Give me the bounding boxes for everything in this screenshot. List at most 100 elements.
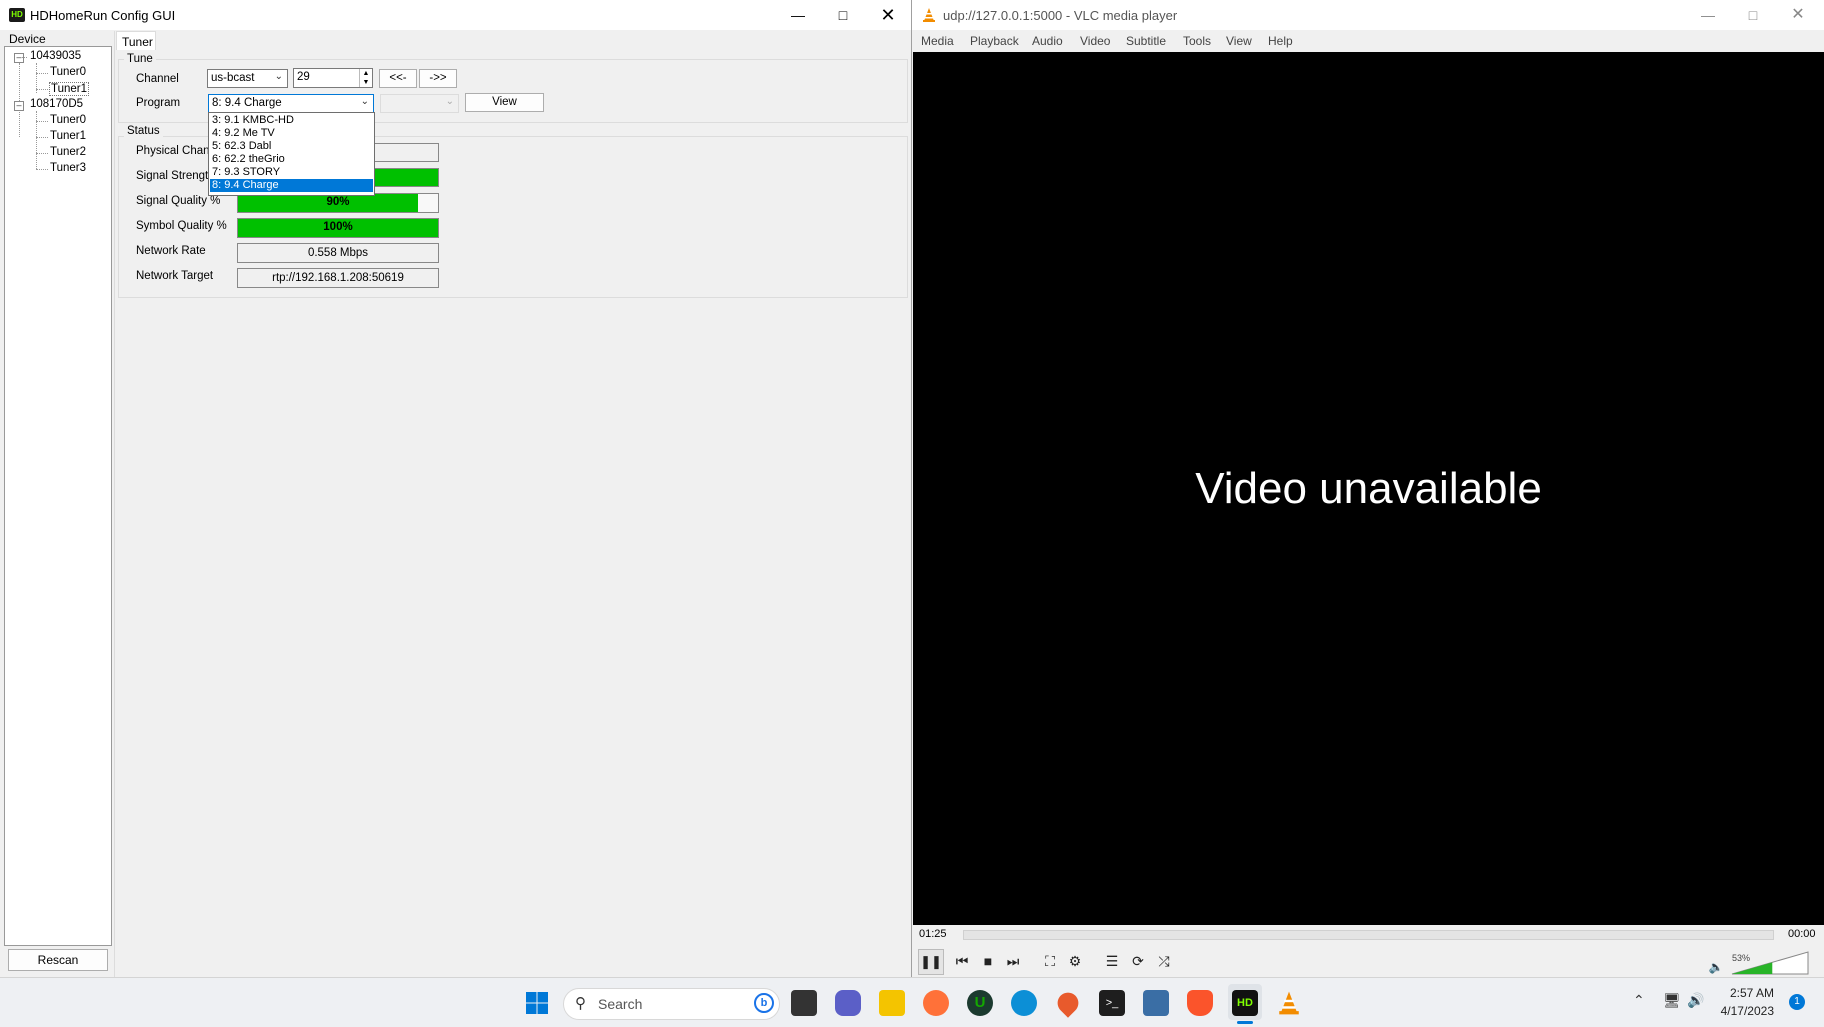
collapse-toggle[interactable]: – <box>14 53 24 63</box>
task-manager-icon[interactable] <box>1143 990 1169 1016</box>
menu-tools[interactable]: Tools <box>1183 34 1211 48</box>
view-button[interactable]: View <box>465 93 544 112</box>
menu-help[interactable]: Help <box>1268 34 1293 48</box>
hdhomerun-icon[interactable]: HD <box>1232 990 1258 1016</box>
loop-icon[interactable]: ⟳ <box>1127 950 1149 972</box>
clock-date[interactable]: 4/17/2023 <box>1714 1004 1774 1018</box>
channel-map-select[interactable]: us-bcast ⌄ <box>207 69 288 88</box>
vlc-maximize-button[interactable]: □ <box>1730 0 1776 30</box>
minimize-button[interactable]: — <box>775 0 821 30</box>
total-time: 00:00 <box>1788 928 1816 940</box>
vlc-menubar: Media Playback Audio Video Subtitle Tool… <box>912 30 1824 52</box>
extended-settings-icon[interactable]: ⚙ <box>1064 950 1086 972</box>
prev-channel-button[interactable]: <<- <box>379 69 417 88</box>
program-option-selected[interactable]: 8: 9.4 Charge <box>210 179 373 192</box>
channel-label: Channel <box>136 73 179 85</box>
tree-line <box>36 121 48 122</box>
vlc-titlebar[interactable]: udp://127.0.0.1:5000 - VLC media player … <box>912 0 1824 30</box>
program-label: Program <box>136 97 181 109</box>
symbol-quality-bar: 100% <box>237 218 439 238</box>
program-option[interactable]: 3: 9.1 KMBC-HD <box>210 114 373 127</box>
device-panel-label: Device <box>9 32 46 46</box>
video-area[interactable]: Video unavailable <box>913 52 1824 925</box>
spin-arrows-icon[interactable]: ▲ ▼ <box>359 69 372 87</box>
terminal-icon[interactable]: >_ <box>1099 990 1125 1016</box>
program-option[interactable]: 7: 9.3 STORY <box>210 166 373 179</box>
search-icon: ⚲ <box>575 995 586 1012</box>
device-tree[interactable]: – 10439035 Tuner0 Tuner1 – 108170D5 Tune… <box>4 46 112 946</box>
collapse-toggle[interactable]: – <box>14 101 24 111</box>
program-dropdown-list[interactable]: 3: 9.1 KMBC-HD 4: 9.2 Me TV 5: 62.3 Dabl… <box>208 112 375 196</box>
fullscreen-icon[interactable]: ⛶ <box>1039 950 1061 972</box>
playlist-icon[interactable]: ☰ <box>1101 950 1123 972</box>
volume-icon[interactable]: 🔊 <box>1687 992 1704 1009</box>
chevron-up-icon[interactable]: ⌃ <box>1633 992 1645 1009</box>
window-title: HDHomeRun Config GUI <box>30 8 176 23</box>
menu-video[interactable]: Video <box>1080 34 1110 48</box>
folder-icon[interactable] <box>879 990 905 1016</box>
file-explorer-icon[interactable] <box>791 990 817 1016</box>
maximize-button[interactable]: □ <box>820 0 866 30</box>
taskbar-search-box[interactable]: ⚲ Search b <box>563 988 780 1020</box>
hdhomerun-titlebar[interactable]: HD HDHomeRun Config GUI — □ ✕ <box>0 0 911 30</box>
tree-item-tuner3[interactable]: Tuner3 <box>50 162 86 174</box>
device-item-10439035[interactable]: 10439035 <box>30 50 81 62</box>
upwork-icon[interactable]: U <box>967 990 993 1016</box>
chevron-down-icon: ⌄ <box>445 96 454 107</box>
program-option[interactable]: 6: 62.2 theGrio <box>210 153 373 166</box>
rescan-button[interactable]: Rescan <box>8 949 108 971</box>
program-select[interactable]: 8: 9.4 Charge ⌄ <box>208 94 374 113</box>
windows-taskbar: ⚲ Search b U >_ HD ⌃ 🖥 🔊 2:57 AM 4/17/20… <box>0 977 1824 1027</box>
program-option[interactable]: 4: 9.2 Me TV <box>210 127 373 140</box>
maps-pin-icon[interactable] <box>1053 988 1083 1018</box>
tree-item-tuner0[interactable]: Tuner0 <box>50 114 86 126</box>
tab-tuner[interactable]: Tuner <box>116 31 156 50</box>
search-placeholder: Search <box>598 996 643 1012</box>
symbol-quality-value: 100% <box>323 221 353 233</box>
program-value: 8: 9.4 Charge <box>212 97 282 109</box>
tree-line <box>36 111 37 169</box>
next-channel-button[interactable]: ->> <box>419 69 457 88</box>
notification-badge[interactable]: 1 <box>1789 994 1805 1010</box>
program-option[interactable]: 5: 62.3 Dabl <box>210 140 373 153</box>
brave-icon[interactable] <box>1187 990 1213 1016</box>
tree-item-tuner0[interactable]: Tuner0 <box>50 66 86 78</box>
bing-icon[interactable]: b <box>754 993 774 1013</box>
vlc-minimize-button[interactable]: — <box>1685 0 1731 30</box>
menu-subtitle[interactable]: Subtitle <box>1126 34 1166 48</box>
teams-icon[interactable] <box>835 990 861 1016</box>
signal-quality-value: 90% <box>326 196 350 208</box>
network-icon[interactable]: 🖥 <box>1663 992 1681 1009</box>
channel-number-stepper[interactable]: 29 ▲ ▼ <box>293 68 373 88</box>
seek-bar[interactable] <box>963 930 1774 940</box>
chevron-down-icon: ⌄ <box>274 71 283 82</box>
tab-tuner-label: Tuner <box>122 35 153 49</box>
tree-item-tuner1[interactable]: Tuner1 <box>50 130 86 142</box>
vlc-icon[interactable] <box>1276 990 1302 1016</box>
menu-view[interactable]: View <box>1226 34 1252 48</box>
menu-audio[interactable]: Audio <box>1032 34 1063 48</box>
tree-item-tuner1-selected[interactable]: Tuner1 <box>49 82 90 96</box>
previous-icon[interactable]: ⏮ <box>951 950 973 972</box>
windows-start-icon[interactable] <box>525 991 549 1015</box>
tree-item-tuner2[interactable]: Tuner2 <box>50 146 86 158</box>
clock-time[interactable]: 2:57 AM <box>1714 986 1774 1000</box>
network-target-label: Network Target <box>136 270 214 282</box>
tree-line <box>36 137 48 138</box>
next-icon[interactable]: ⏭ <box>1002 950 1024 972</box>
vlc-close-button[interactable]: ✕ <box>1775 0 1821 30</box>
device-item-108170D5[interactable]: 108170D5 <box>30 98 83 110</box>
tree-line <box>36 89 48 90</box>
menu-media[interactable]: Media <box>921 34 954 48</box>
shuffle-icon[interactable]: ⤮ <box>1153 950 1175 972</box>
menu-playback[interactable]: Playback <box>970 34 1019 48</box>
pause-icon[interactable]: ❚❚ <box>918 949 944 975</box>
edge-icon[interactable] <box>1011 990 1037 1016</box>
firefox-icon[interactable] <box>923 990 949 1016</box>
elapsed-time: 01:25 <box>919 928 947 940</box>
stop-icon[interactable]: ■ <box>977 950 999 972</box>
volume-slider[interactable] <box>1731 950 1809 975</box>
speaker-icon[interactable]: 🔈 <box>1705 956 1727 978</box>
close-button[interactable]: ✕ <box>865 0 911 30</box>
channel-map-value: us-bcast <box>211 72 255 84</box>
